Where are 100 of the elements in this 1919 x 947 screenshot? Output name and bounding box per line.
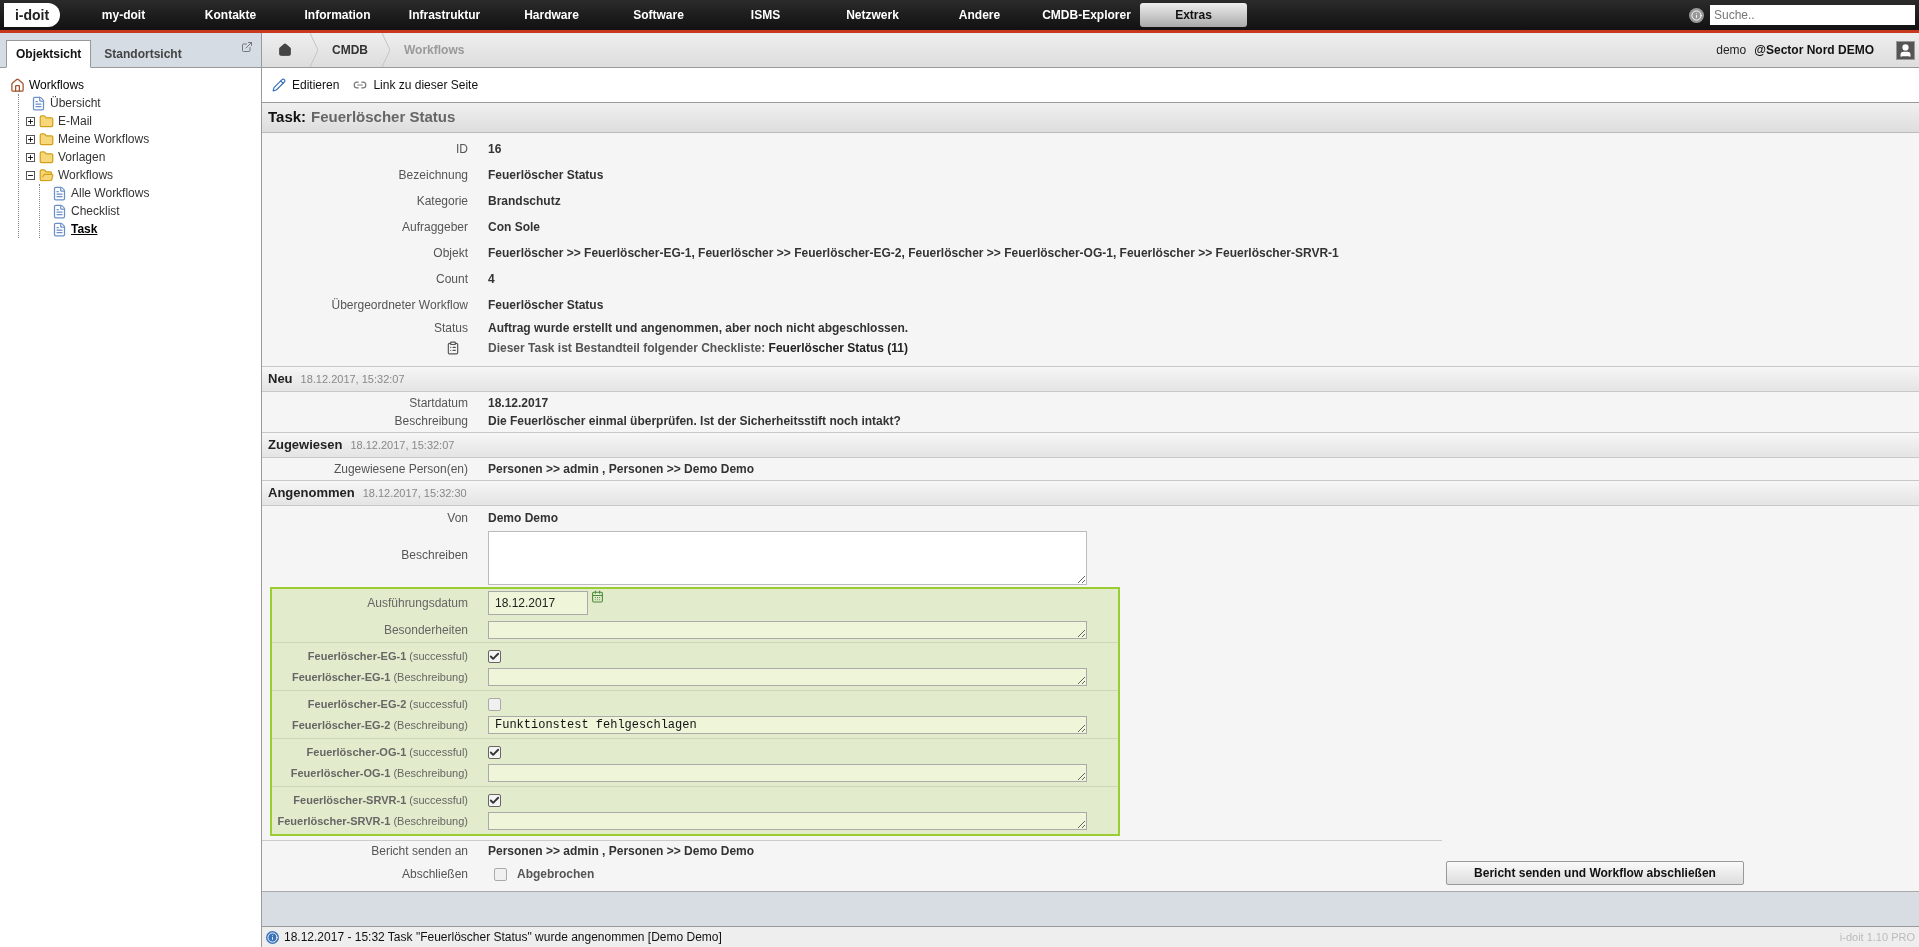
expand-icon[interactable] [26, 134, 35, 144]
field-label: Abschließen [400, 866, 468, 883]
field-label: ID [455, 141, 468, 158]
field-value: Feuerlöscher Status [488, 297, 604, 314]
pencil-icon [272, 78, 286, 92]
avatar-icon[interactable] [1896, 40, 1915, 60]
textarea-field[interactable] [488, 668, 1087, 686]
textarea-field[interactable] [488, 620, 1087, 639]
logo[interactable]: i-doit [4, 3, 60, 27]
nav-tab[interactable]: Software [605, 3, 712, 27]
section-time: 18.12.2017, 15:32:07 [350, 437, 455, 453]
section-time: 18.12.2017, 15:32:30 [362, 485, 467, 501]
sidebar-tab[interactable]: Objektsicht [6, 40, 92, 68]
chevron-separator-icon [310, 33, 318, 67]
field-label: Feuerlöscher-SRVR-1 (Beschreibung) [276, 813, 468, 829]
date-field[interactable]: 18.12.2017 [488, 591, 588, 615]
tree-item[interactable]: Checklist [71, 202, 120, 220]
field-label: Count [434, 271, 468, 288]
field-label: Bericht senden an [370, 843, 468, 860]
field-label: Kategorie [415, 193, 468, 210]
search-field[interactable]: Suche.. [1710, 5, 1915, 25]
info-icon [266, 930, 279, 944]
nav-tab[interactable]: Kontakte [177, 3, 284, 27]
user-name: demo [1716, 42, 1747, 59]
textarea-field[interactable]: Funktionstest fehlgeschlagen [488, 716, 1087, 734]
title-name: Feuerlöscher Status [311, 107, 456, 128]
help-icon[interactable] [1689, 7, 1704, 23]
field-label: Status [432, 320, 468, 337]
link-button[interactable]: Link zu dieser Seite [353, 76, 479, 94]
textarea-field[interactable] [488, 531, 1087, 585]
chain-link-icon [353, 78, 368, 92]
nav-tab[interactable]: Netzwerk [819, 3, 926, 27]
sidebar-tab[interactable]: Standortsicht [95, 40, 191, 68]
tree-item[interactable]: Workflows [29, 76, 85, 94]
field-value: Auftrag wurde erstellt und angenommen, aber noch nicht abgeschlossen. [488, 320, 909, 337]
field-label: Beschreibung [393, 413, 468, 430]
breadcrumb-link[interactable]: CMDB [332, 41, 368, 59]
field-label: Beschreiben [400, 547, 468, 564]
nav-tab[interactable]: ISMS [712, 3, 819, 27]
checkbox[interactable] [488, 697, 501, 711]
folder-icon [39, 149, 54, 165]
nav-tab[interactable]: my-doit [70, 3, 177, 27]
nav-tab[interactable]: Extras [1140, 3, 1247, 27]
tree-item[interactable]: Workflows [58, 166, 114, 184]
field-label: Objekt [432, 245, 468, 262]
collapse-icon[interactable] [26, 170, 35, 180]
tree-item[interactable]: E-Mail [58, 112, 92, 130]
field-value: 16 [488, 141, 502, 158]
folder-icon [39, 113, 54, 129]
textarea-field[interactable] [488, 764, 1087, 782]
tree-item[interactable]: Task [71, 220, 98, 238]
checklist-icon [446, 341, 460, 355]
home-icon[interactable] [278, 43, 292, 57]
field-value: Personen >> admin , Personen >> Demo Demo [488, 843, 755, 860]
submit-button[interactable]: Bericht senden und Workflow abschließen [1446, 861, 1744, 885]
field-value: Brandschutz [488, 193, 561, 210]
popout-icon[interactable] [241, 41, 253, 53]
edit-button[interactable]: Editieren [272, 76, 340, 94]
page-icon [52, 185, 67, 201]
field-label: Von [446, 510, 468, 527]
field-value: Personen >> admin , Personen >> Demo Demo [488, 461, 755, 478]
nav-tab[interactable]: Andere [926, 3, 1033, 27]
checkbox-label: Abgebrochen [517, 866, 595, 883]
field-label: Zugewiesene Person(en) [332, 461, 468, 478]
nav-tab[interactable]: Infrastruktur [391, 3, 498, 27]
field-label: Aufraggeber [400, 219, 468, 236]
checkbox[interactable] [494, 867, 507, 881]
section-title: Angenommen [268, 484, 355, 503]
textarea-field[interactable] [488, 812, 1087, 830]
field-label: Startdatum [408, 395, 468, 412]
nav-tab[interactable]: CMDB-Explorer [1033, 3, 1140, 27]
expand-icon[interactable] [26, 116, 35, 126]
field-label: Feuerlöscher-OG-1 (successful) [305, 744, 468, 760]
nav-tab[interactable]: Hardware [498, 3, 605, 27]
page-icon [52, 221, 67, 237]
field-value: Feuerlöscher Status [488, 167, 604, 184]
page-icon [31, 95, 46, 111]
field-value: 4 [488, 271, 495, 288]
tree-item[interactable]: Meine Workflows [58, 130, 150, 148]
field-label: Ausführungsdatum [366, 595, 468, 612]
section-title: Zugewiesen [268, 436, 343, 455]
checkbox[interactable] [488, 649, 501, 663]
section-time: 18.12.2017, 15:32:07 [300, 371, 405, 387]
checklist-text: Dieser Task ist Bestandteil folgender Checkliste: Feuerlöscher Status (11) [488, 340, 908, 357]
checkbox[interactable] [488, 745, 501, 759]
field-label: Feuerlöscher-EG-2 (Beschreibung) [290, 717, 468, 733]
folder-icon [39, 131, 54, 147]
checkbox[interactable] [488, 793, 501, 807]
tree-item[interactable]: Übersicht [50, 94, 101, 112]
tree-item[interactable]: Alle Workflows [71, 184, 150, 202]
field-value: 18.12.2017 [488, 395, 549, 412]
field-label: Feuerlöscher-EG-1 (Beschreibung) [290, 669, 468, 685]
tree-item[interactable]: Vorlagen [58, 148, 106, 166]
field-label: Feuerlöscher-EG-2 (successful) [306, 696, 468, 712]
expand-icon[interactable] [26, 152, 35, 162]
folder-icon [39, 167, 54, 183]
field-label: Feuerlöscher-SRVR-1 (successful) [292, 792, 468, 808]
calendar-icon[interactable] [591, 590, 604, 603]
nav-tab[interactable]: Information [284, 3, 391, 27]
field-value: Feuerlöscher >> Feuerlöscher-EG-1, Feuerlöscher >> Feuerlöscher-EG-2, Feuerlöscher >> Feuerlöscher-OG-1, Feuerlöscher >> Feuerlöscher-SRVR-1 [488, 245, 1339, 262]
